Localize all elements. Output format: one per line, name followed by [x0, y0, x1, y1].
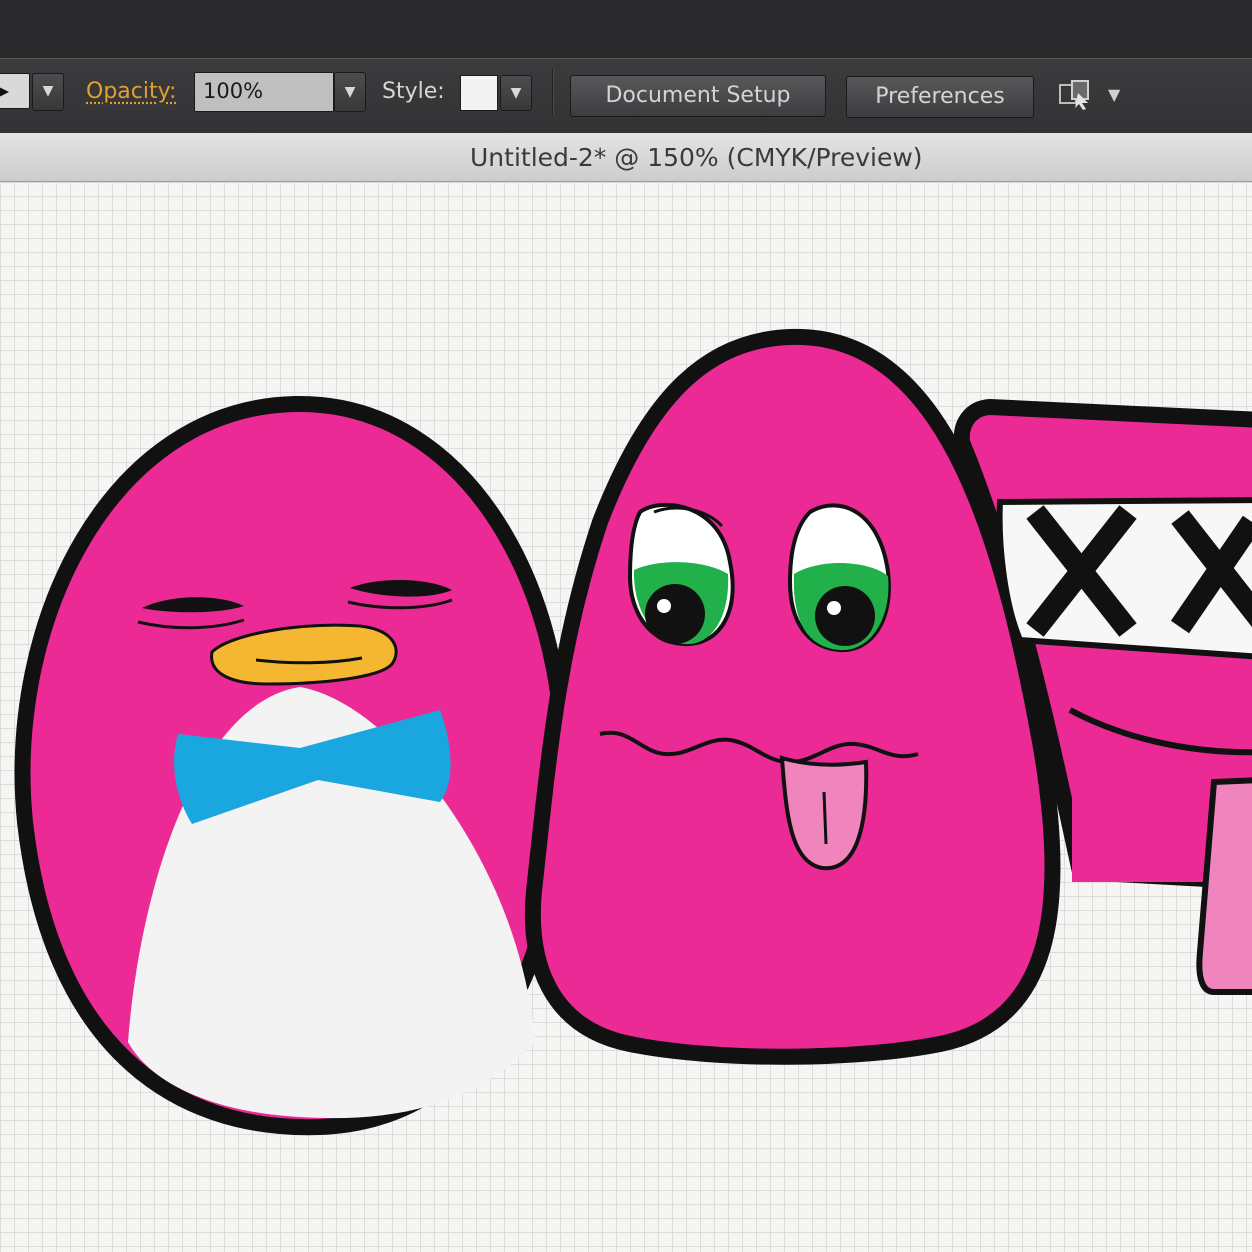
penguin-character[interactable]: [14, 395, 572, 1136]
artwork[interactable]: [0, 182, 1252, 1252]
style-label: Style:: [382, 79, 445, 104]
control-bar: ▼ Opacity: 100% ▼ Style: ▼ Document Setu…: [0, 58, 1252, 134]
top-dark-strip: [0, 0, 1252, 58]
chevron-down-icon: ▼: [344, 84, 356, 100]
opacity-dropdown-button[interactable]: ▼: [334, 72, 366, 112]
opacity-label[interactable]: Opacity:: [86, 79, 176, 104]
toolbar-separator: [552, 69, 554, 115]
opacity-input[interactable]: 100%: [194, 72, 334, 112]
style-dropdown-button[interactable]: ▼: [500, 75, 532, 111]
chevron-down-icon[interactable]: ▼: [1108, 85, 1128, 105]
preferences-button[interactable]: Preferences: [846, 76, 1034, 118]
fill-dropdown-button[interactable]: ▼: [32, 73, 64, 111]
fill-swatch[interactable]: [0, 73, 30, 109]
document-title[interactable]: Untitled-2* @ 150% (CMYK/Preview): [470, 143, 923, 172]
artboard-canvas[interactable]: [0, 182, 1252, 1252]
arrange-documents-icon[interactable]: [1058, 79, 1098, 111]
chevron-down-icon: ▼: [510, 85, 522, 101]
blob-right-eye: [787, 503, 891, 653]
chevron-down-icon: ▼: [42, 83, 54, 99]
document-setup-button[interactable]: Document Setup: [570, 75, 826, 117]
document-tab-bar: Untitled-2* @ 150% (CMYK/Preview): [0, 133, 1252, 182]
graphic-style-swatch[interactable]: [460, 75, 498, 111]
